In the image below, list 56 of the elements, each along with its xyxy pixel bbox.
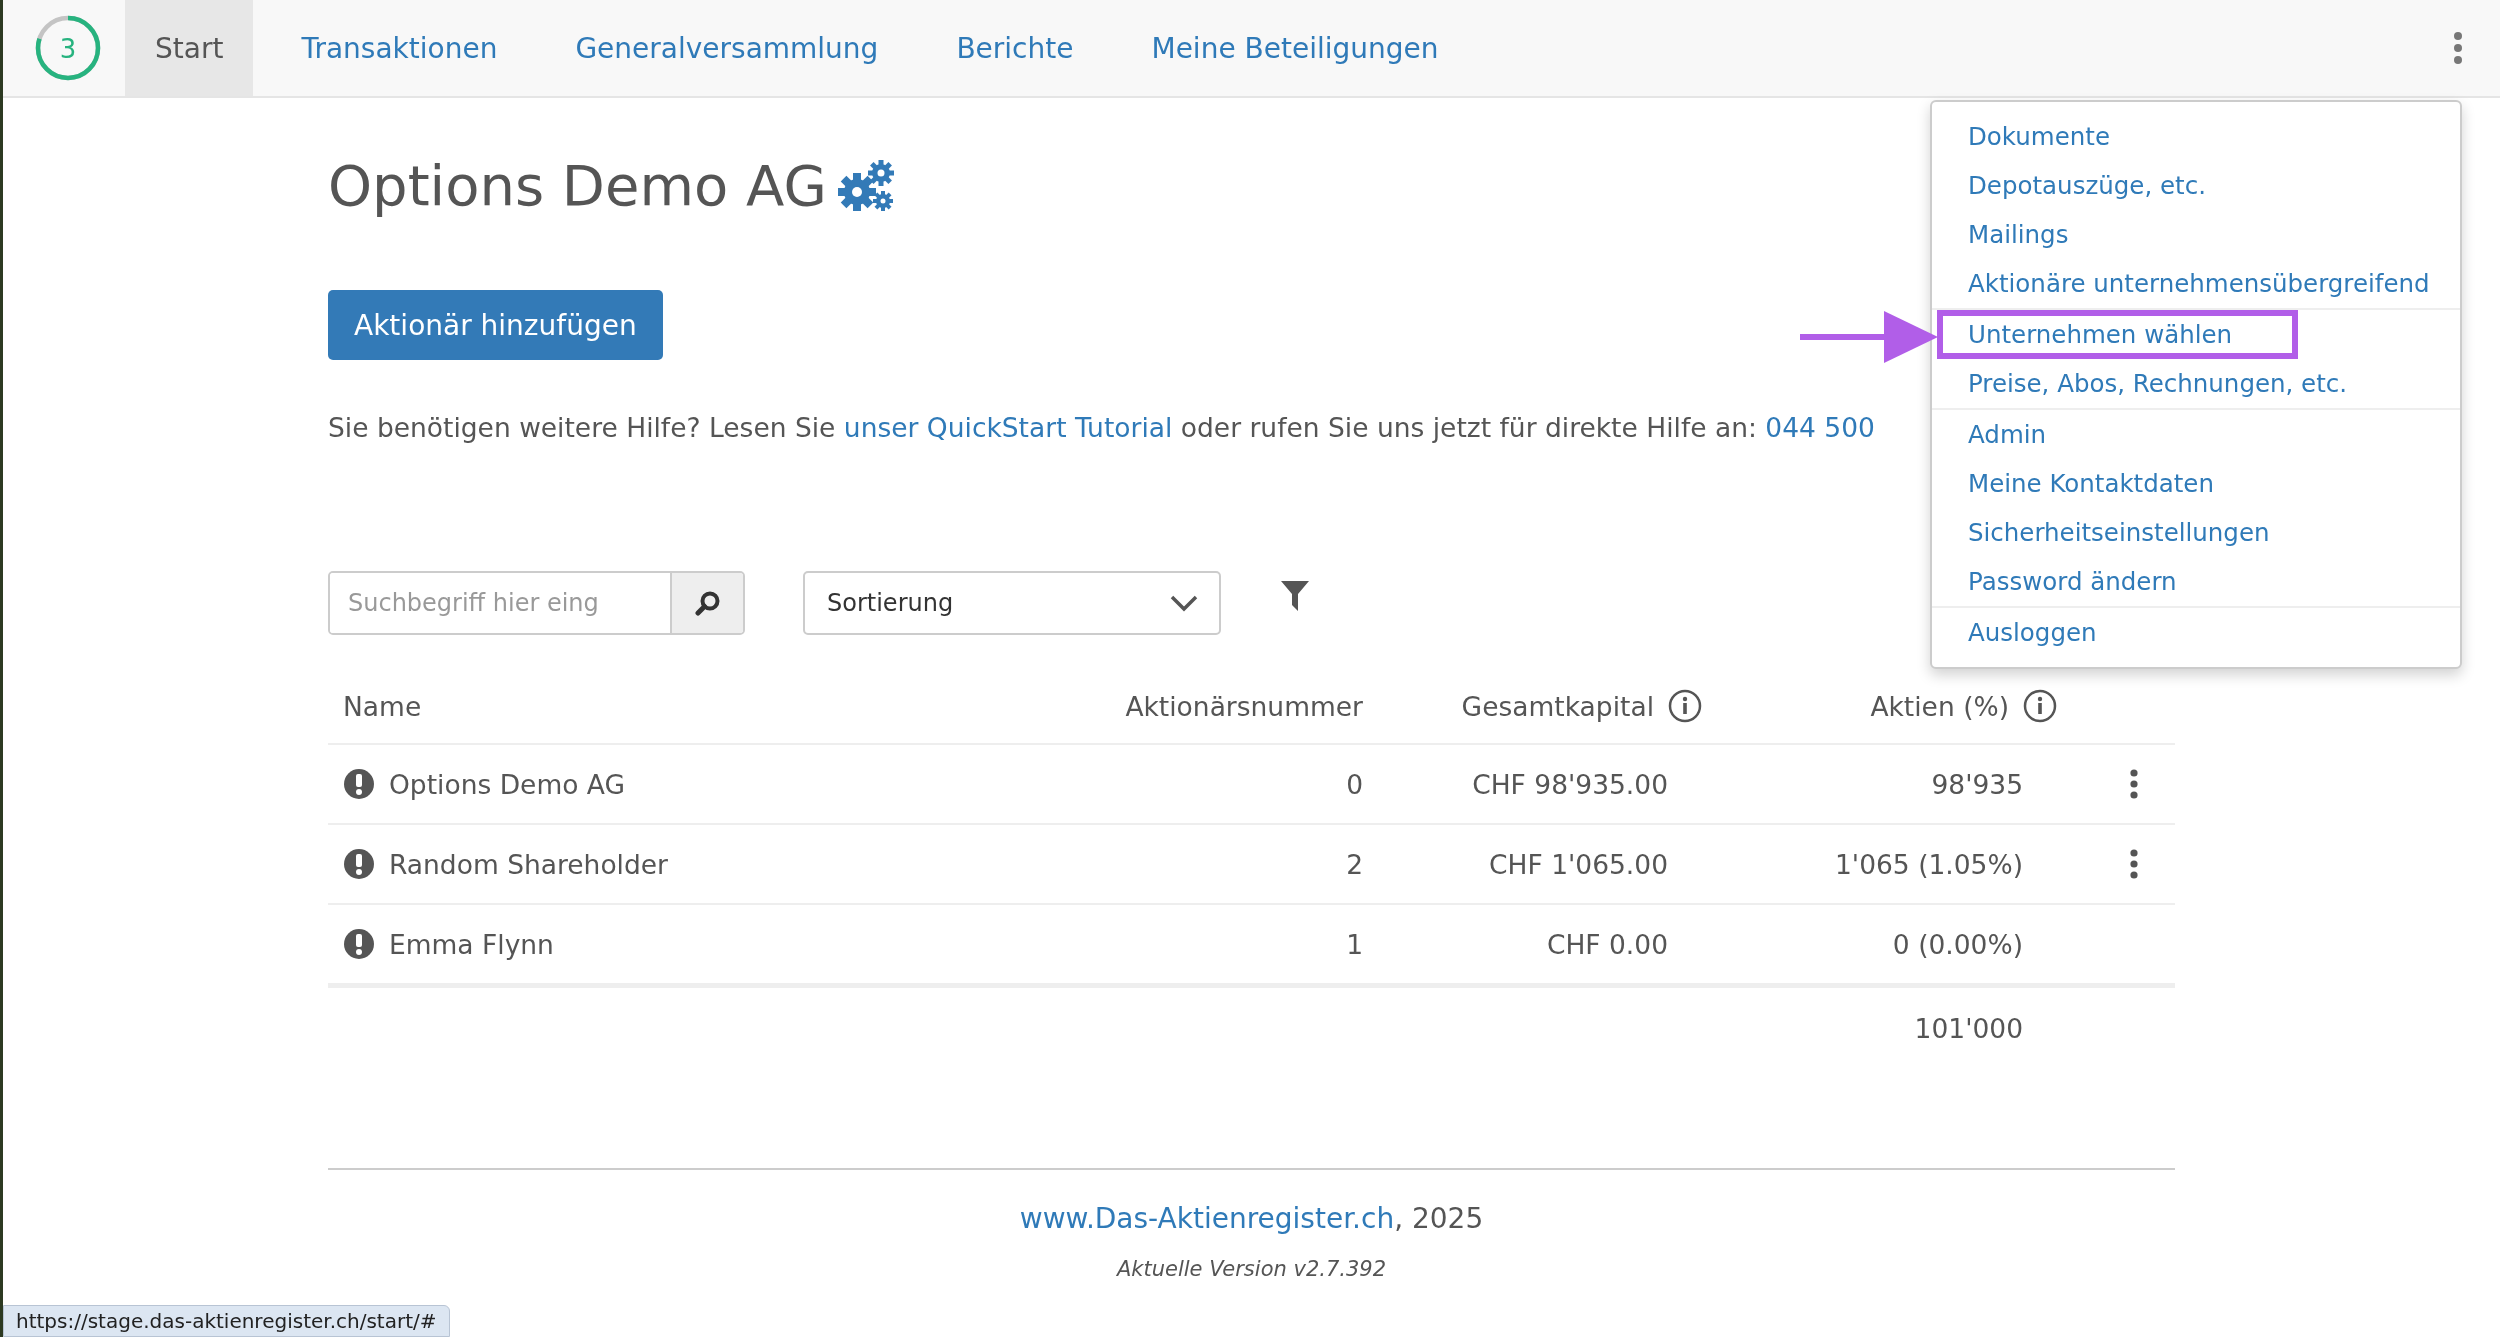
menu-item[interactable]: Mailings: [1937, 210, 2135, 259]
more-icon[interactable]: [2453, 32, 2463, 64]
table-cell: Emma Flynn: [389, 928, 554, 960]
menu-item[interactable]: Password ändern: [1937, 557, 2243, 606]
table-cell: 1: [1346, 928, 1363, 960]
chevron-down-icon: [1169, 594, 1199, 612]
menu-item[interactable]: Depotauszüge, etc.: [1937, 161, 2272, 210]
company-title: Options Demo AG: [328, 153, 827, 218]
column-header: Aktien (%): [1870, 690, 2009, 722]
warning-icon: [343, 848, 375, 880]
warning-icon: [343, 768, 375, 800]
add-shareholder-button[interactable]: Aktionär hinzufügen: [328, 290, 663, 360]
warning-icon: [343, 928, 375, 960]
sort-dropdown[interactable]: Sortierung: [803, 571, 1221, 635]
menu-item[interactable]: Preise, Abos, Rechnungen, etc.: [1937, 359, 2414, 408]
table-cell: 0: [1346, 768, 1363, 800]
table-cell: 1'065 (1.05%): [1835, 848, 2023, 880]
nav-tab[interactable]: Berichte: [926, 0, 1104, 96]
menu-item[interactable]: Meine Kontaktdaten: [1937, 459, 2280, 508]
search-icon: [694, 590, 721, 616]
table-cell: 0 (0.00%): [1892, 928, 2023, 960]
nav-tab[interactable]: Meine Beteiligungen: [1121, 0, 1469, 96]
column-header: Name: [343, 690, 422, 722]
version-text: Aktuelle Version v2.7.392: [1115, 1257, 1388, 1281]
menu-item[interactable]: Ausloggen: [1937, 608, 2163, 657]
website-link[interactable]: www.Das-Aktienregister.ch: [1019, 1202, 1395, 1235]
tutorial-link[interactable]: unser QuickStart Tutorial: [843, 412, 1173, 443]
more-icon[interactable]: [2129, 769, 2139, 799]
copyright-year: , 2025: [1394, 1202, 1484, 1235]
menu-item[interactable]: Dokumente: [1937, 112, 2176, 161]
total-shares: 101'000: [1914, 1012, 2023, 1044]
table-cell: CHF 98'935.00: [1472, 768, 1668, 800]
table-cell: 2: [1346, 848, 1363, 880]
status-url: https://stage.das-aktienregister.ch/start/#: [3, 1305, 450, 1337]
nav-tab[interactable]: Start: [125, 0, 254, 96]
table-cell: Random Shareholder: [389, 848, 668, 880]
filter-icon[interactable]: [1281, 581, 1309, 611]
search-button[interactable]: [670, 573, 743, 633]
table-cell: 98'935: [1931, 768, 2023, 800]
more-icon[interactable]: [2129, 849, 2139, 879]
info-icon[interactable]: [1668, 689, 1702, 723]
phone-link[interactable]: 044 500: [1765, 412, 1875, 443]
step-number: 3: [58, 34, 78, 64]
menu-item[interactable]: Unternehmen wählen: [1937, 310, 2299, 359]
nav-tab[interactable]: Transaktionen: [271, 0, 528, 96]
menu-item[interactable]: Admin: [1937, 410, 2113, 459]
table-cell: CHF 0.00: [1546, 928, 1668, 960]
info-icon[interactable]: [2023, 689, 2057, 723]
menu-item[interactable]: Aktionäre unternehmensübergreifend: [1937, 259, 2496, 308]
table-cell: Options Demo AG: [389, 768, 626, 800]
menu-item[interactable]: Sicherheitseinstellungen: [1937, 508, 2336, 557]
column-header: Aktionärsnummer: [1125, 690, 1363, 722]
table-cell: CHF 1'065.00: [1489, 848, 1668, 880]
search-field[interactable]: Suchbegriff hier eing: [328, 571, 745, 635]
nav-tab[interactable]: Generalversammlung: [545, 0, 909, 96]
column-header: Gesamtkapital: [1461, 690, 1654, 722]
